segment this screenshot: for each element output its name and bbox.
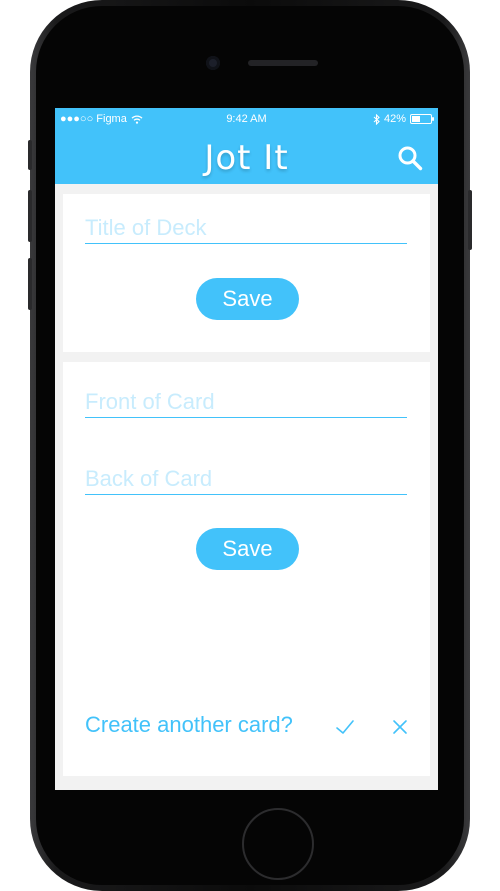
power-button <box>468 190 472 250</box>
close-icon[interactable] <box>389 716 411 738</box>
volume-up-button <box>28 190 32 242</box>
mute-switch <box>28 140 32 170</box>
card-back-input[interactable] <box>85 465 407 495</box>
card-front-input[interactable] <box>85 388 407 418</box>
home-button[interactable] <box>242 808 314 880</box>
volume-down-button <box>28 258 32 310</box>
status-bar-right: 42% <box>373 113 434 125</box>
battery-level <box>412 116 421 122</box>
battery-percent: 42% <box>383 113 406 125</box>
card-panel: Save Create another card? <box>63 362 430 776</box>
status-bar: ●●●○○ Figma 9:42 AM 42% <box>55 108 438 130</box>
bluetooth-icon <box>373 113 380 125</box>
front-camera <box>206 56 220 70</box>
create-another-prompt: Create another card? <box>85 712 293 737</box>
deck-panel: Save <box>63 194 430 352</box>
app-screen: ●●●○○ Figma 9:42 AM 42% Jot It Save <box>55 108 438 790</box>
battery-icon <box>410 114 434 124</box>
save-card-button[interactable]: Save <box>196 528 299 570</box>
search-icon[interactable] <box>396 144 424 172</box>
app-header: Jot It <box>55 130 438 184</box>
earpiece-speaker <box>248 60 318 66</box>
deck-title-input[interactable] <box>85 214 407 244</box>
app-title: Jot It <box>204 138 289 178</box>
check-icon[interactable] <box>334 716 356 738</box>
save-deck-button[interactable]: Save <box>196 278 299 320</box>
